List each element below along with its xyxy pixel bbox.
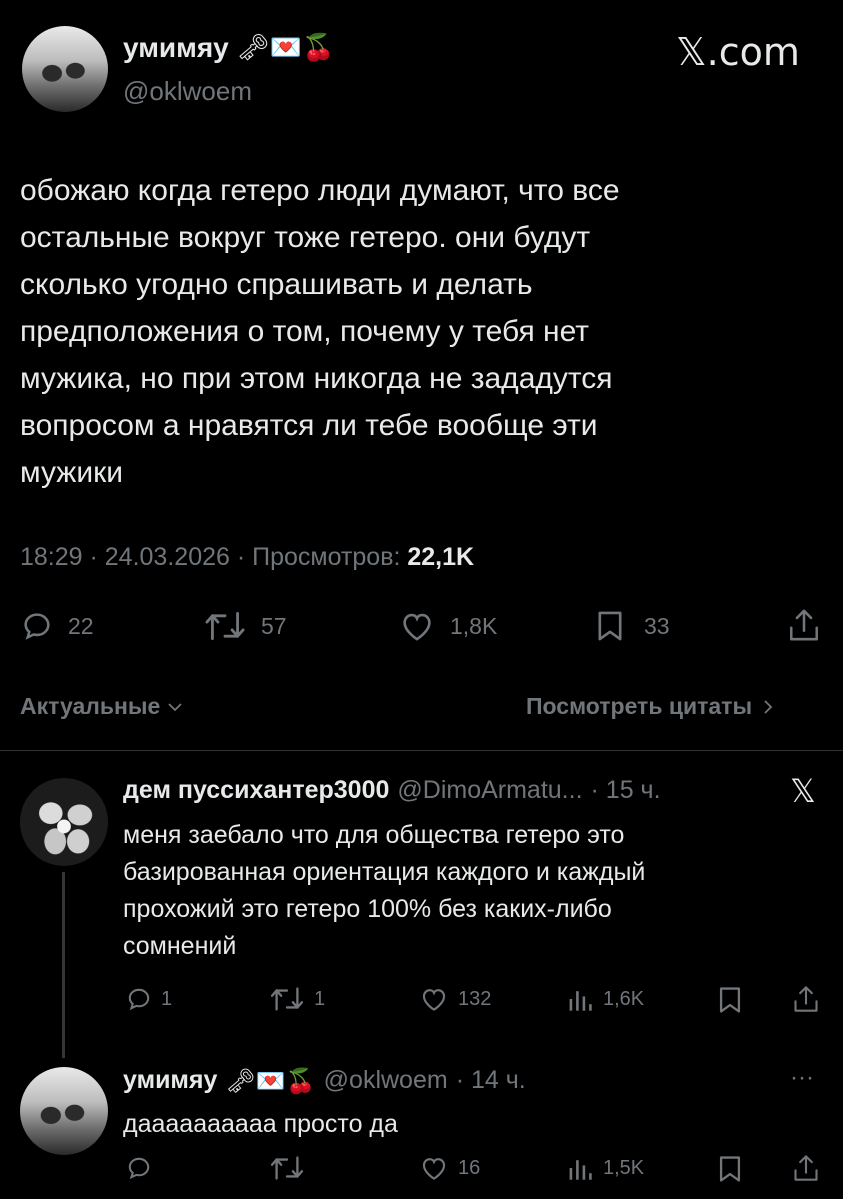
analytics-icon [569, 991, 592, 1011]
reply-display-name: умимяу [123, 1066, 218, 1094]
retweet-icon [270, 1156, 304, 1180]
view-quotes-label: Посмотреть цитаты [526, 693, 753, 719]
reply-icon [128, 988, 150, 1011]
retweet-count: 1 [314, 987, 326, 1010]
more-options-icon[interactable]: ··· [790, 1064, 814, 1092]
heart-icon [422, 1158, 446, 1180]
reply-icon [128, 1157, 150, 1180]
like-count: 1,8K [450, 612, 498, 639]
views-count: 1,5K [603, 1156, 645, 1179]
reply-count: 22 [68, 612, 94, 639]
reply-display-name: дем пуссихантер3000 [123, 776, 390, 804]
author-name-row[interactable]: умимяу 🗝💌🍒 [123, 32, 335, 64]
x-logo-icon: 𝕏 [790, 772, 816, 810]
author-display-name: умимяу [123, 32, 229, 63]
share-icon [794, 986, 818, 1012]
retweet-button[interactable] [268, 1155, 314, 1181]
bookmark-icon [719, 1156, 741, 1182]
share-button[interactable] [788, 608, 820, 642]
reply-button[interactable]: 1 [125, 986, 172, 1012]
like-button[interactable]: 16 [418, 1155, 480, 1181]
name-emojis: 🗝💌🍒 [225, 1066, 316, 1095]
share-icon [789, 609, 819, 641]
bookmark-button[interactable] [718, 986, 742, 1014]
reply-text: даааааааааа просто да [123, 1110, 398, 1138]
reply-avatar[interactable] [20, 778, 108, 866]
author-handle[interactable]: @oklwoem [123, 76, 252, 107]
x-com-watermark: 𝕏.com [676, 30, 800, 74]
tweet-text: обожаю когда гетеро люди думают, что все… [20, 174, 620, 489]
reply-handle: @oklwoem [323, 1066, 448, 1094]
tweet-views: 22,1K [407, 543, 475, 571]
bookmark-button[interactable]: 33 [596, 610, 670, 642]
sort-label: Актуальные [20, 693, 161, 719]
author-avatar[interactable] [22, 26, 108, 112]
retweet-count: 57 [261, 612, 287, 639]
divider [0, 750, 843, 751]
reply-time: · 15 ч. [590, 776, 661, 804]
chevron-down-icon [168, 702, 182, 711]
reply-icon [24, 613, 50, 640]
heart-icon [403, 613, 431, 641]
analytics-icon [569, 1160, 592, 1180]
chevron-right-icon [764, 699, 773, 714]
views-button[interactable]: 1,5K [567, 1155, 644, 1181]
views-button[interactable]: 1,6K [567, 986, 644, 1012]
reply-handle: @DimoArmatu... [397, 776, 583, 804]
retweet-icon [205, 612, 245, 640]
tweet-meta: 18:29 · 24.03.2026 · Просмотров: 22,1K [20, 543, 474, 572]
like-count: 16 [458, 1156, 481, 1179]
name-emojis: 🗝💌🍒 [236, 33, 335, 63]
bookmark-icon [598, 611, 622, 641]
share-button[interactable] [793, 1154, 819, 1182]
reply-button[interactable] [125, 1155, 161, 1181]
tweet-timestamp[interactable]: 18:29 · 24.03.2026 · Просмотров: [20, 543, 407, 571]
retweet-button[interactable]: 1 [268, 986, 325, 1012]
reply-header[interactable]: умимяу 🗝💌🍒 @oklwoem · 14 ч. [123, 1066, 526, 1095]
bookmark-count: 33 [644, 612, 670, 639]
heart-icon [422, 989, 446, 1011]
like-count: 132 [458, 987, 492, 1010]
sort-dropdown[interactable]: Актуальные [20, 693, 184, 720]
reply-text: меня заебало что для общества гетеро это… [123, 821, 646, 960]
reply-avatar[interactable] [20, 1067, 108, 1155]
reply-count: 1 [161, 987, 173, 1010]
view-quotes-link[interactable]: Посмотреть цитаты [526, 693, 774, 720]
share-icon [794, 1155, 818, 1181]
views-count: 1,6K [603, 987, 645, 1010]
share-button[interactable] [793, 985, 819, 1013]
retweet-icon [270, 987, 304, 1011]
bookmark-button[interactable] [718, 1155, 742, 1183]
reply-button[interactable]: 22 [20, 610, 94, 642]
bookmark-icon [719, 987, 741, 1013]
thread-line [62, 872, 65, 1058]
like-button[interactable]: 132 [418, 986, 491, 1012]
reply-header[interactable]: дем пуссихантер3000 @DimoArmatu... · 15 … [123, 776, 661, 805]
reply-time: · 14 ч. [455, 1066, 526, 1094]
like-button[interactable]: 1,8K [398, 610, 497, 642]
retweet-button[interactable]: 57 [203, 610, 287, 642]
